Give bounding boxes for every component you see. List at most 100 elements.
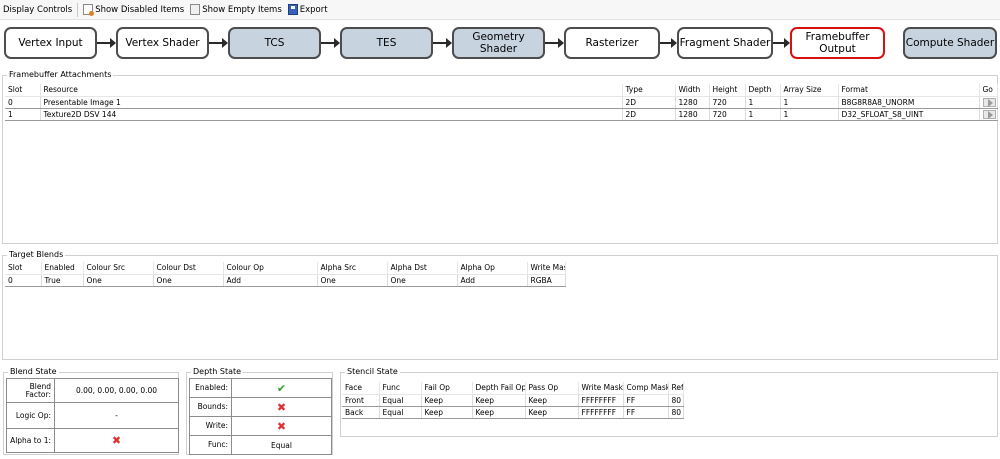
column-header[interactable]: Write Mask xyxy=(578,382,624,395)
column-header[interactable]: Alpha Dst xyxy=(387,262,458,275)
table-row[interactable]: Front Equal Keep Keep Keep FFFFFFFF FF 8… xyxy=(342,394,684,407)
show-disabled-items-button[interactable]: Show Disabled Items xyxy=(80,0,187,20)
cell-depth-fail-op: Keep xyxy=(472,394,526,407)
save-icon xyxy=(287,4,298,15)
blend-state-table: Blend Factor: 0.00, 0.00, 0.00, 0.00 Log… xyxy=(6,378,179,453)
go-arrow-icon[interactable] xyxy=(982,97,996,107)
cell-depth-fail-op: Keep xyxy=(472,406,526,419)
column-header[interactable]: Width xyxy=(675,84,710,97)
column-header[interactable]: Comp Mask xyxy=(623,382,669,395)
display-controls-label: Display Controls xyxy=(3,4,73,15)
cell-comp-mask: FF xyxy=(623,394,669,407)
cell-enabled: True xyxy=(41,274,84,287)
column-header[interactable]: Alpha Op xyxy=(457,262,528,275)
cell-ref: 80 xyxy=(668,406,684,419)
cell-height: 720 xyxy=(709,108,746,121)
column-header[interactable]: Type xyxy=(622,84,676,97)
column-header[interactable]: Resource xyxy=(40,84,623,97)
column-header[interactable]: Enabled xyxy=(41,262,84,275)
cell-width: 1280 xyxy=(675,96,710,109)
show-empty-items-button[interactable]: Show Empty Items xyxy=(187,0,285,20)
stage-label: Framebuffer Output xyxy=(805,31,870,55)
stage-label: TES xyxy=(376,37,397,49)
logic-op-value: - xyxy=(54,402,179,429)
cell-depth: 1 xyxy=(745,108,781,121)
table-row[interactable]: 0 Presentable Image 1 2D 1280 720 1 1 B8… xyxy=(5,96,998,109)
stage-geometry-shader[interactable]: Geometry Shader xyxy=(452,27,545,59)
cross-icon: ✖ xyxy=(276,400,287,414)
cell-write-mask: FFFFFFFF xyxy=(578,406,624,419)
column-header[interactable]: Format xyxy=(838,84,980,97)
stage-label: Vertex Input xyxy=(18,37,83,49)
export-button[interactable]: Export xyxy=(285,0,331,20)
cell-format: B8G8R8A8_UNORM xyxy=(838,96,980,109)
column-header[interactable]: Height xyxy=(709,84,746,97)
cell-pass-op: Keep xyxy=(525,394,579,407)
stage-vertex-input[interactable]: Vertex Input xyxy=(4,27,97,59)
stage-tes[interactable]: TES xyxy=(340,27,433,59)
table-row[interactable]: 1 Texture2D DSV 144 2D 1280 720 1 1 D32_… xyxy=(5,108,998,121)
cell-alpha-src: One xyxy=(317,274,388,287)
column-header[interactable]: Face xyxy=(342,382,380,395)
empty-document-icon xyxy=(190,4,201,15)
toolbar-separator xyxy=(77,2,79,17)
cell-write-mask: RGBA xyxy=(527,274,566,287)
column-header[interactable]: Colour Src xyxy=(83,262,154,275)
blend-factor-label: Blend Factor: xyxy=(6,378,55,403)
cell-colour-op: Add xyxy=(223,274,318,287)
column-header[interactable]: Colour Dst xyxy=(153,262,224,275)
framebuffer-table: Slot Resource Type Width Height Depth Ar… xyxy=(5,84,998,121)
cross-icon: ✖ xyxy=(111,434,122,447)
column-header[interactable]: Slot xyxy=(5,84,41,97)
column-header[interactable]: Fail Op xyxy=(421,382,473,395)
column-header[interactable]: Go xyxy=(979,84,998,97)
cell-type: 2D xyxy=(622,96,676,109)
cross-icon: ✖ xyxy=(276,419,287,433)
table-row[interactable]: Back Equal Keep Keep Keep FFFFFFFF FF 80 xyxy=(342,406,684,419)
column-header[interactable]: Func xyxy=(379,382,422,395)
go-arrow-icon[interactable] xyxy=(982,109,996,119)
framebuffer-attachments-group: Framebuffer Attachments Slot Resource Ty… xyxy=(2,70,998,244)
stencil-state-table: Face Func Fail Op Depth Fail Op Pass Op … xyxy=(342,382,684,419)
column-header[interactable]: Colour Op xyxy=(223,262,318,275)
pipeline-flowchart: Vertex Input Vertex Shader TCS TES Geome… xyxy=(0,22,1000,66)
stage-compute-shader[interactable]: Compute Shader xyxy=(903,27,997,59)
column-header[interactable]: Depth xyxy=(745,84,781,97)
pipeline-arrow xyxy=(97,38,116,48)
column-header[interactable]: Array Size xyxy=(780,84,839,97)
stage-label: Rasterizer xyxy=(585,37,639,49)
stage-label: Fragment Shader xyxy=(679,37,771,49)
group-title: Target Blends xyxy=(7,250,66,260)
group-title: Depth State xyxy=(191,367,244,377)
cell-colour-dst: One xyxy=(153,274,224,287)
stage-fragment-shader[interactable]: Fragment Shader xyxy=(677,27,773,59)
export-label: Export xyxy=(299,4,328,15)
pipeline-arrow xyxy=(545,38,564,48)
cell-resource: Presentable Image 1 xyxy=(40,96,623,109)
group-title: Stencil State xyxy=(345,367,400,377)
stage-tcs[interactable]: TCS xyxy=(228,27,321,59)
column-header[interactable]: Slot xyxy=(5,262,42,275)
cell-array-size: 1 xyxy=(780,96,839,109)
cell-type: 2D xyxy=(622,108,676,121)
column-header[interactable]: Pass Op xyxy=(525,382,579,395)
stencil-state-group: Stencil State Face Func Fail Op Depth Fa… xyxy=(340,367,998,437)
column-header[interactable]: Write Mask xyxy=(527,262,566,275)
depth-enabled-label: Enabled: xyxy=(189,378,232,398)
column-header[interactable]: Alpha Src xyxy=(317,262,388,275)
stage-framebuffer-output[interactable]: Framebuffer Output xyxy=(790,27,885,59)
column-header[interactable]: Depth Fail Op xyxy=(472,382,526,395)
cell-resource: Texture2D DSV 144 xyxy=(40,108,623,121)
target-blends-table: Slot Enabled Colour Src Colour Dst Colou… xyxy=(5,262,566,287)
column-header[interactable]: Ref xyxy=(668,382,684,395)
checkmark-icon: ✔ xyxy=(276,381,287,395)
table-row[interactable]: 0 True One One Add One One Add RGBA xyxy=(5,274,566,287)
pipeline-arrow xyxy=(773,38,790,48)
stage-vertex-shader[interactable]: Vertex Shader xyxy=(116,27,209,59)
cell-fail-op: Keep xyxy=(421,406,473,419)
cell-array-size: 1 xyxy=(780,108,839,121)
cell-ref: 80 xyxy=(668,394,684,407)
cell-func: Equal xyxy=(379,406,422,419)
cell-alpha-op: Add xyxy=(457,274,528,287)
stage-rasterizer[interactable]: Rasterizer xyxy=(564,27,660,59)
